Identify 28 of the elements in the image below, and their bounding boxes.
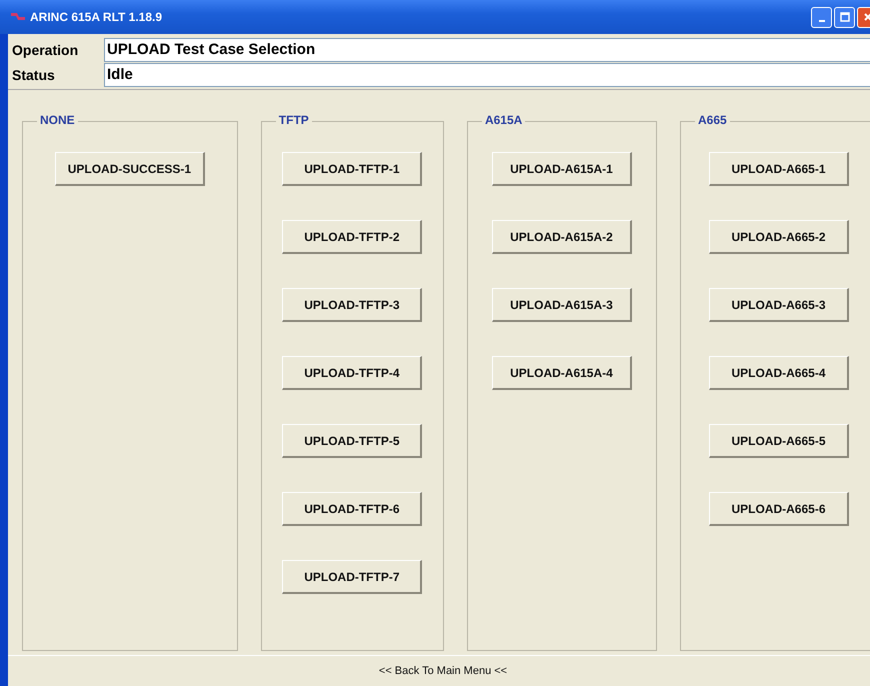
test-case-button[interactable]: UPLOAD-SUCCESS-1 bbox=[54, 152, 206, 186]
test-case-button[interactable]: UPLOAD-A665-4 bbox=[708, 356, 849, 390]
window-title: ARINC 615A RLT 1.18.9 bbox=[30, 10, 164, 24]
back-link[interactable]: << Back To Main Menu << bbox=[378, 665, 508, 677]
field-label: Status bbox=[11, 66, 56, 82]
test-case-button[interactable]: UPLOAD-A665-3 bbox=[708, 288, 849, 322]
text-field[interactable]: Idle bbox=[104, 62, 870, 86]
test-case-button[interactable]: UPLOAD-TFTP-3 bbox=[282, 288, 422, 322]
test-case-button[interactable]: UPLOAD-TFTP-5 bbox=[282, 424, 422, 458]
test-case-button[interactable]: UPLOAD-TFTP-7 bbox=[282, 560, 422, 594]
test-case-button[interactable]: UPLOAD-A615A-1 bbox=[492, 152, 632, 186]
test-case-button[interactable]: UPLOAD-A615A-4 bbox=[492, 356, 632, 390]
field-label: Operation bbox=[11, 42, 80, 58]
group-title: NONE bbox=[37, 113, 78, 127]
text-field[interactable]: UPLOAD Test Case Selection bbox=[104, 38, 870, 62]
test-case-button[interactable]: UPLOAD-A665-5 bbox=[708, 424, 849, 458]
test-case-button[interactable]: UPLOAD-TFTP-1 bbox=[282, 152, 422, 186]
test-case-button[interactable]: UPLOAD-TFTP-2 bbox=[282, 220, 422, 254]
test-case-button[interactable]: UPLOAD-A615A-3 bbox=[492, 288, 632, 322]
group-title: TFTP bbox=[276, 113, 312, 127]
test-case-button[interactable]: UPLOAD-A665-2 bbox=[708, 220, 849, 254]
test-case-button[interactable]: UPLOAD-A665-6 bbox=[708, 492, 849, 526]
group-title: A665 bbox=[695, 113, 730, 127]
test-case-button[interactable]: UPLOAD-TFTP-4 bbox=[282, 356, 422, 390]
test-case-button[interactable]: UPLOAD-A615A-2 bbox=[492, 220, 632, 254]
group-title: A615A bbox=[482, 113, 526, 127]
test-case-button[interactable]: UPLOAD-TFTP-6 bbox=[282, 492, 422, 526]
test-case-button[interactable]: UPLOAD-A665-1 bbox=[708, 152, 849, 186]
